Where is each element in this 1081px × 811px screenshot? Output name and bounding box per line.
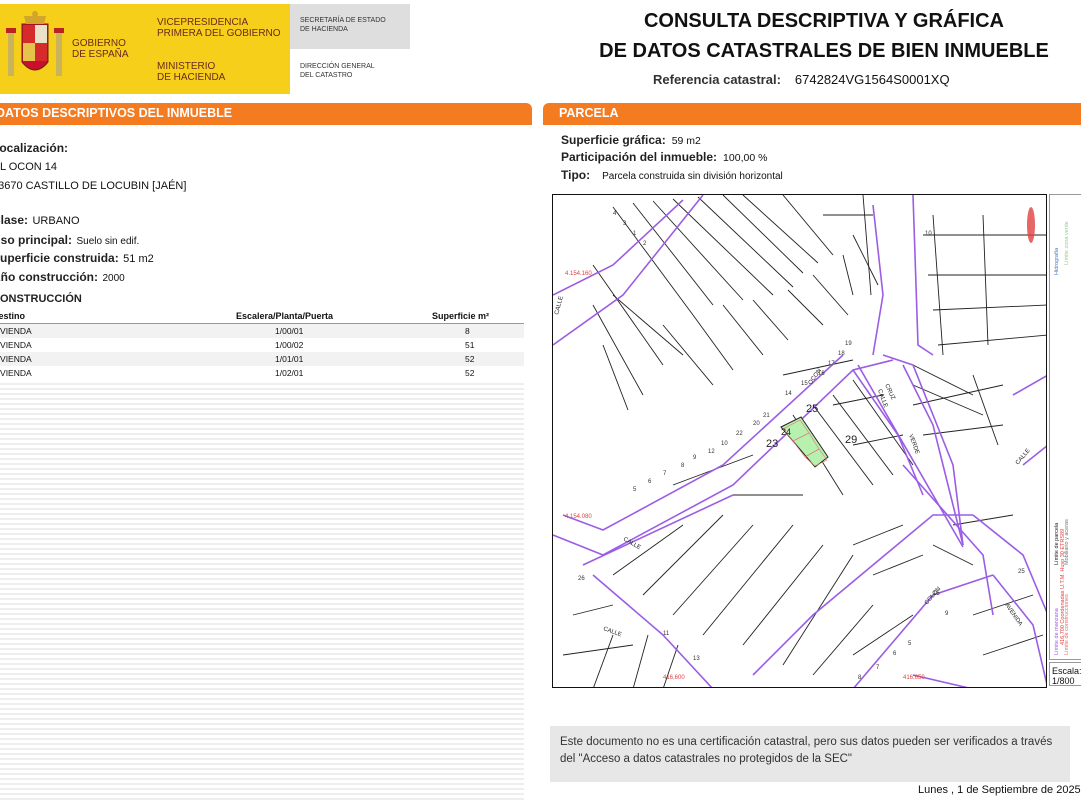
svg-text:4.154.080: 4.154.080 (565, 514, 592, 520)
empty-table-area (0, 380, 524, 800)
superficie-cell: 8 (465, 326, 470, 336)
section-underline (0, 123, 532, 125)
anio-row: Año construcción: 2000 (0, 270, 125, 284)
map-svg: 4.154.160 4.154.080 416,600 416,650 29 2… (553, 195, 1046, 687)
svg-text:6: 6 (648, 479, 652, 485)
svg-text:CALLE: CALLE (554, 296, 565, 316)
escalera-cell: 1/01/01 (275, 354, 304, 364)
superficie-cell: 52 (465, 354, 475, 364)
highlighted-parcel (780, 416, 829, 468)
legend-zona-verde: Límite zona verde (1064, 221, 1070, 265)
legend-hidrografia: Hidrografía (1054, 247, 1060, 275)
svg-text:15: 15 (801, 381, 808, 387)
svg-text:29: 29 (845, 434, 857, 446)
svg-text:16: 16 (818, 371, 825, 377)
destino-cell: VIVIENDA (0, 326, 32, 336)
svg-text:23: 23 (766, 438, 778, 450)
section-underline (543, 123, 1081, 125)
svg-text:21: 21 (763, 413, 770, 419)
secretaria-block: SECRETARÍA DE ESTADO DE HACIENDA (290, 4, 410, 49)
svg-text:1: 1 (633, 231, 637, 237)
referencia-value: 6742824VG1564S0001XQ (794, 72, 950, 87)
referencia-catastral: Referencia catastral: 6742824VG1564S0001X… (653, 72, 950, 87)
svg-text:2: 2 (643, 241, 647, 247)
uso-row: Uso principal: Suelo sin edif. (0, 233, 140, 247)
localizacion-label: Localización: (0, 141, 69, 155)
direccion-general-label: DIRECCIÓN GENERAL DEL CATASTRO (300, 63, 375, 79)
svg-text:4.154.160: 4.154.160 (565, 271, 592, 277)
svg-text:12: 12 (708, 449, 715, 455)
svg-text:26: 26 (578, 576, 585, 582)
svg-text:AVENIDA: AVENIDA (1003, 603, 1023, 628)
svg-text:9: 9 (945, 611, 949, 617)
svg-text:19: 19 (845, 341, 852, 347)
utm-note: 416,700 Coordenadas U.T.M. Huso 30 ETRS8… (1060, 528, 1066, 645)
participacion: Participación del inmueble: 100,00 % (561, 150, 768, 164)
tipo: Tipo: Parcela construida sin división hor… (561, 168, 783, 182)
superficie-cell: 51 (465, 340, 475, 350)
destino-cell: VIVIENDA (0, 368, 32, 378)
destino-cell: VIVIENDA (0, 354, 32, 364)
section-bar-parcela: PARCELA (543, 103, 1081, 123)
table-row: VIVIENDA 1/00/02 51 (0, 338, 524, 352)
svg-text:24: 24 (781, 427, 791, 437)
table-row: VIVIENDA 1/02/01 52 (0, 366, 524, 380)
svg-text:7: 7 (876, 665, 880, 671)
svg-text:10: 10 (721, 441, 728, 447)
construction-table: Destino Escalera/Planta/Puerta Superfici… (0, 309, 524, 380)
svg-text:3: 3 (623, 221, 627, 227)
clase-row: Clase: URBANO (0, 213, 80, 227)
gobierno-espana-label: GOBIERNO DE ESPAÑA (72, 38, 129, 60)
superficie-row: Superficie construida: 51 m2 (0, 251, 154, 265)
svg-text:416,600: 416,600 (663, 675, 685, 681)
svg-text:8: 8 (681, 463, 685, 469)
superficie-grafica: Superficie gráfica: 59 m2 (561, 133, 701, 147)
svg-text:7: 7 (663, 471, 667, 477)
svg-text:10: 10 (925, 231, 932, 237)
street-labels: CALLE OCON CALLE CRUZ VERDE CALLE COLON … (554, 296, 1032, 639)
svg-text:20: 20 (753, 421, 760, 427)
svg-text:15: 15 (933, 591, 940, 597)
svg-text:416,650: 416,650 (903, 675, 925, 681)
svg-text:11: 11 (663, 631, 670, 637)
escalera-cell: 1/02/01 (275, 368, 304, 378)
svg-text:6: 6 (893, 651, 897, 657)
superficie-cell: 52 (465, 368, 475, 378)
table-row: VIVIENDA 1/00/01 8 (0, 324, 524, 338)
address-line-1: CL OCON 14 (0, 161, 58, 173)
svg-text:25: 25 (806, 403, 818, 415)
document-title: CONSULTA DESCRIPTIVA Y GRÁFICA DE DATOS … (599, 10, 1049, 62)
escalera-cell: 1/00/01 (275, 326, 304, 336)
section-bar-descriptivos: DATOS DESCRIPTIVOS DEL INMUEBLE (0, 103, 532, 123)
disclaimer-box: Este documento no es una certificación c… (550, 726, 1070, 782)
government-logo-block: GOBIERNO DE ESPAÑA VICEPRESIDENCIA PRIMERA… (0, 4, 290, 94)
north-arrow-icon (1027, 207, 1035, 243)
svg-text:22: 22 (736, 431, 743, 437)
svg-text:25: 25 (1018, 569, 1025, 575)
table-row: VIVIENDA 1/01/01 52 (0, 352, 524, 366)
svg-text:13: 13 (693, 656, 700, 662)
construccion-heading: CONSTRUCCIÓN (0, 293, 82, 305)
svg-text:CALLE: CALLE (1015, 448, 1032, 466)
svg-text:18: 18 (838, 351, 845, 357)
coat-of-arms-icon (6, 11, 64, 76)
svg-text:14: 14 (785, 391, 792, 397)
cadastral-map[interactable]: 4.154.160 4.154.080 416,600 416,650 29 2… (552, 194, 1047, 688)
table-header: Destino Escalera/Planta/Puerta Superfici… (0, 309, 524, 324)
svg-text:9: 9 (693, 455, 697, 461)
map-scale: Escala: 1/800 (1049, 662, 1081, 686)
escalera-cell: 1/00/02 (275, 340, 304, 350)
ministerio-label: MINISTERIO DE HACIENDA (157, 61, 226, 83)
document-date: Lunes , 1 de Septiembre de 2025 (918, 784, 1081, 796)
address-line-2: 23670 CASTILLO DE LOCUBIN [JAÉN] (0, 180, 187, 192)
destino-cell: VIVIENDA (0, 340, 32, 350)
svg-text:5: 5 (908, 641, 912, 647)
svg-text:5: 5 (633, 487, 637, 493)
svg-text:17: 17 (828, 361, 835, 367)
vicepresidencia-label: VICEPRESIDENCIA PRIMERA DEL GOBIERNO (157, 17, 281, 39)
